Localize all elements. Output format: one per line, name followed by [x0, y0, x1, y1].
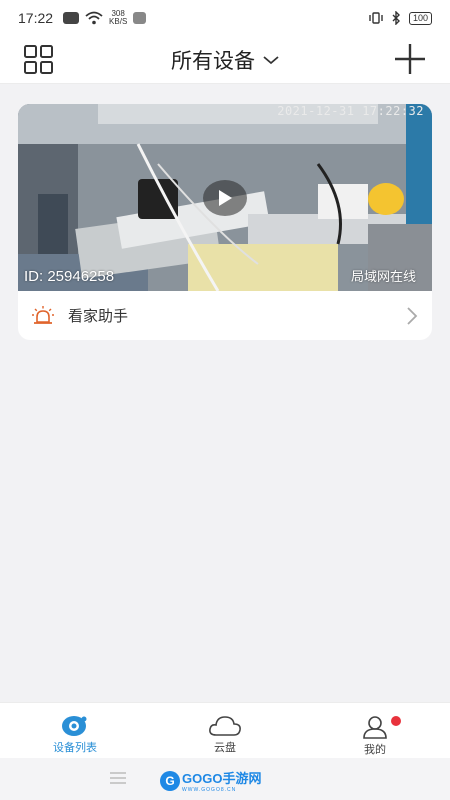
notification-badge	[391, 716, 401, 726]
camera-icon	[62, 716, 87, 736]
watermark-logo: G GOGO手游网 WWW.GOGO8.CN	[160, 768, 261, 793]
tab-device-list[interactable]: 设备列表	[0, 703, 150, 758]
play-button[interactable]	[203, 180, 247, 216]
app-notification-icon	[133, 12, 147, 24]
device-filter-dropdown[interactable]: 所有设备	[171, 45, 279, 75]
system-nav-bar: G GOGO手游网 WWW.GOGO8.CN	[0, 758, 450, 800]
tab-profile[interactable]: 我的	[300, 703, 450, 758]
alarm-light-icon	[32, 305, 54, 324]
tab-cloud[interactable]: 云盘	[150, 703, 300, 758]
add-device-button[interactable]	[392, 41, 428, 77]
device-status: 局域网在线	[350, 270, 416, 285]
page-title: 所有设备	[171, 48, 255, 73]
status-time: 17:22	[18, 10, 54, 26]
bottom-tab-bar: 设备列表 云盘 我的	[0, 702, 450, 758]
watermark-url: WWW.GOGO8.CN	[182, 787, 237, 793]
menu-icon[interactable]	[110, 772, 126, 784]
cloud-icon	[209, 716, 241, 736]
home-assistant-label: 看家助手	[68, 307, 129, 325]
camera-preview[interactable]: 2021-12-31 17:22:32 ID: 25946258 局域网在线	[18, 104, 432, 291]
home-assistant-row[interactable]: 看家助手	[18, 291, 432, 340]
net-speed: 308 KB/S	[109, 9, 128, 26]
top-header: 所有设备	[0, 36, 450, 84]
chevron-right-icon	[407, 306, 418, 325]
grid-view-button[interactable]	[22, 43, 56, 77]
tab-label: 云盘	[214, 741, 236, 754]
watermark-icon: G	[160, 770, 180, 791]
bluetooth-icon	[392, 11, 400, 25]
camera-timestamp: 2021-12-31 17:22:32	[277, 104, 424, 118]
device-id: ID: 25946258	[24, 268, 115, 285]
tab-label: 我的	[364, 743, 386, 756]
notification-icon	[63, 12, 80, 24]
person-icon	[363, 716, 387, 739]
watermark-brand: GOGO手游网	[182, 771, 262, 786]
chevron-down-icon	[263, 55, 279, 64]
vibrate-icon	[369, 12, 383, 24]
device-card[interactable]: 2021-12-31 17:22:32 ID: 25946258 局域网在线 看…	[18, 104, 432, 340]
wifi-icon	[85, 11, 103, 25]
play-icon	[219, 190, 232, 206]
battery-indicator: 100	[408, 11, 432, 25]
tab-label: 设备列表	[53, 741, 97, 754]
status-bar: 17:22 308 KB/S 100	[0, 0, 450, 36]
